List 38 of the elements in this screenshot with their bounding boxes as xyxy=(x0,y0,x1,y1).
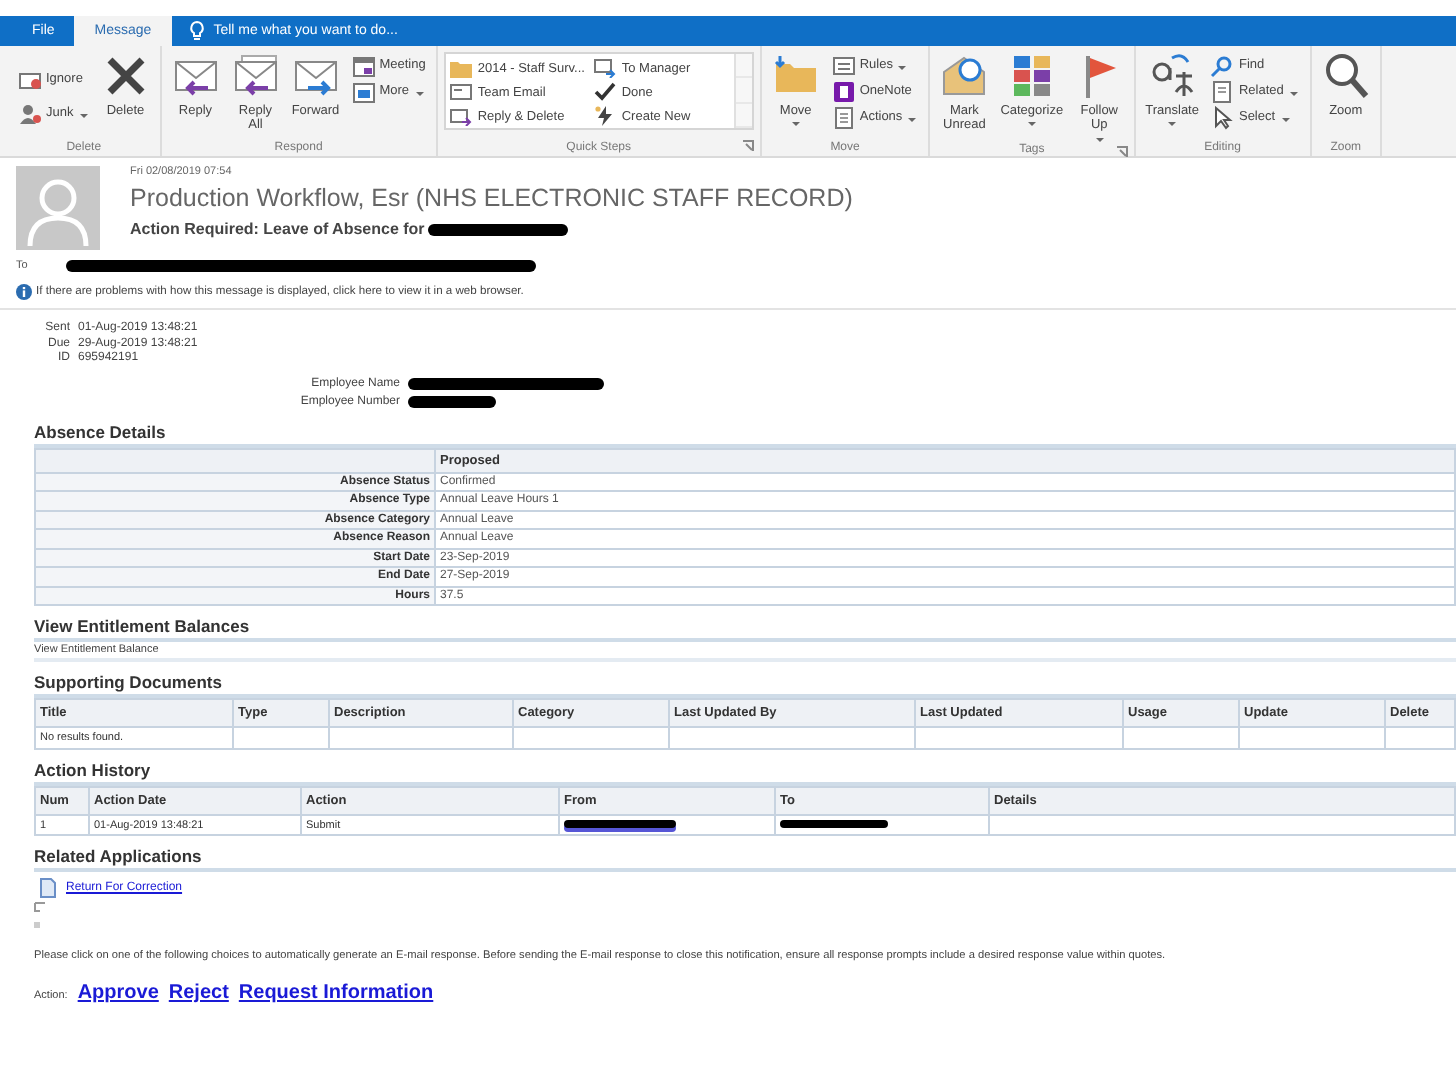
translate-icon xyxy=(1148,52,1197,100)
document-icon xyxy=(1210,79,1235,103)
scroll-down-button[interactable] xyxy=(735,78,752,104)
calendar-icon xyxy=(351,53,376,77)
dialog-launcher-icon[interactable] xyxy=(1115,145,1128,158)
notebook-icon xyxy=(831,79,856,103)
info-icon xyxy=(16,283,32,299)
envelope-icon xyxy=(940,52,989,100)
redaction-bar xyxy=(780,819,888,827)
lightning-icon xyxy=(593,106,616,126)
magnifier-icon xyxy=(1321,52,1370,100)
folder-icon xyxy=(449,58,472,78)
check-icon xyxy=(593,82,616,102)
envelope-icon xyxy=(231,52,280,100)
window-icon xyxy=(351,79,376,103)
subject: Action Required: Leave of Absence for xyxy=(130,220,425,238)
response-link[interactable]: Reject xyxy=(168,982,229,1004)
envelope-icon xyxy=(18,67,42,91)
card-icon xyxy=(449,82,472,102)
sender-name: Production Workflow, Esr (NHS ELECTRONIC STAFF RECORD) xyxy=(130,184,853,212)
search-icon xyxy=(1210,53,1235,77)
list-icon xyxy=(831,53,856,77)
scroll-up-button[interactable] xyxy=(735,54,752,79)
cursor-icon xyxy=(1210,105,1235,129)
response-link[interactable]: Approve xyxy=(77,982,159,1004)
response-link[interactable]: Request Information xyxy=(238,982,434,1004)
lightbulb-icon xyxy=(187,20,206,42)
section-title: Related Applications xyxy=(34,846,1456,872)
expand-gallery-button[interactable] xyxy=(735,103,752,128)
person-icon xyxy=(18,101,42,125)
redaction-bar xyxy=(564,819,676,827)
document-icon xyxy=(831,105,856,129)
broken-image-icon xyxy=(34,902,46,912)
dialog-launcher-icon[interactable] xyxy=(741,140,754,152)
document-icon xyxy=(40,878,56,898)
envelope-icon xyxy=(593,58,616,78)
section-title: View Entitlement Balances xyxy=(34,616,1456,642)
avatar-icon xyxy=(16,166,100,250)
